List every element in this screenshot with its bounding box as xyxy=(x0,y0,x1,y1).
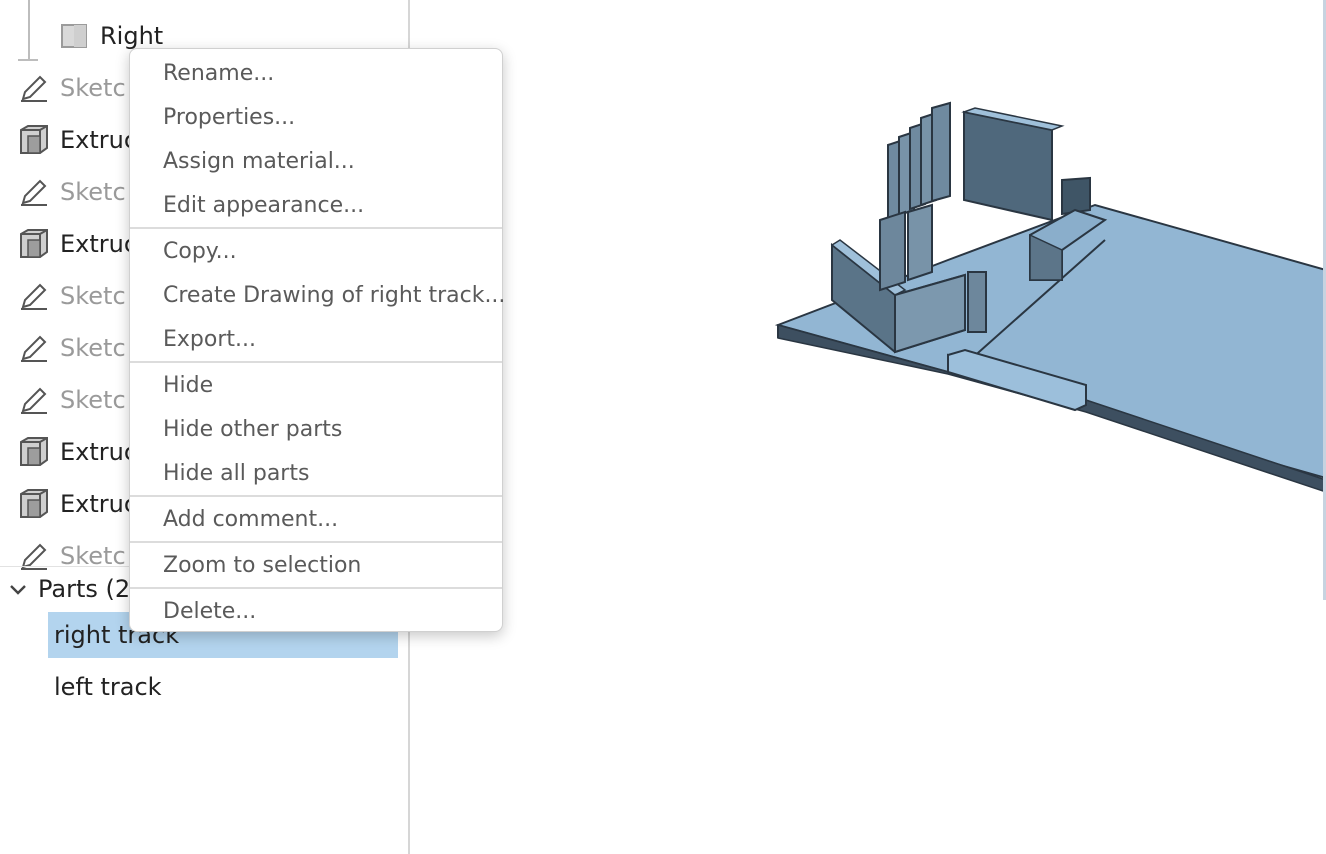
pencil-icon xyxy=(18,72,50,104)
tree-item-label: Sketc xyxy=(60,386,126,414)
tree-item-label: Extruc xyxy=(60,490,138,518)
tree-item-label: Sketc xyxy=(60,178,126,206)
menu-item-add-comment[interactable]: Add comment... xyxy=(130,499,502,539)
menu-item-assign-material[interactable]: Assign material... xyxy=(130,141,502,181)
extrude-icon xyxy=(18,436,50,468)
menu-separator xyxy=(130,541,502,543)
tree-item-label: Extruc xyxy=(60,126,138,154)
menu-item-properties[interactable]: Properties... xyxy=(130,97,502,137)
menu-item-copy[interactable]: Copy... xyxy=(130,231,502,271)
part-item-left-track[interactable]: left track xyxy=(48,664,398,710)
plane-icon xyxy=(58,20,90,52)
menu-separator xyxy=(130,587,502,589)
menu-separator xyxy=(130,227,502,229)
extrude-icon xyxy=(18,228,50,260)
tree-item-label: Sketc xyxy=(60,74,126,102)
menu-item-create-drawing-of-right-track[interactable]: Create Drawing of right track... xyxy=(130,275,505,315)
menu-item-hide-all-parts[interactable]: Hide all parts xyxy=(130,453,502,493)
menu-separator xyxy=(130,495,502,497)
pencil-icon xyxy=(18,384,50,416)
context-menu: Rename... Properties... Assign material...… xyxy=(129,48,505,632)
menu-item-hide[interactable]: Hide xyxy=(130,365,502,405)
tree-item-label: Sketc xyxy=(60,282,126,310)
graphics-viewport[interactable] xyxy=(410,0,1326,854)
menu-item-edit-appearance[interactable]: Edit appearance... xyxy=(130,185,502,225)
menu-item-export[interactable]: Export... xyxy=(130,319,502,359)
tree-item-label: Extruc xyxy=(60,230,138,258)
pencil-icon xyxy=(18,332,50,364)
tree-item-label: Right xyxy=(100,22,164,50)
menu-item-rename[interactable]: Rename... xyxy=(130,53,502,93)
tree-item-label: Extruc xyxy=(60,438,138,466)
part-item-label: left track xyxy=(54,673,162,701)
tree-item-label: Sketc xyxy=(60,334,126,362)
extrude-icon xyxy=(18,488,50,520)
pencil-icon xyxy=(18,280,50,312)
pencil-icon xyxy=(18,176,50,208)
part-model-render[interactable] xyxy=(410,0,1326,854)
menu-item-delete[interactable]: Delete... xyxy=(130,591,502,631)
menu-item-zoom-to-selection[interactable]: Zoom to selection xyxy=(130,545,502,585)
parts-section-label: Parts (2 xyxy=(38,575,131,603)
menu-separator xyxy=(130,361,502,363)
chevron-down-icon[interactable] xyxy=(8,578,28,606)
menu-item-hide-other-parts[interactable]: Hide other parts xyxy=(130,409,502,449)
extrude-icon xyxy=(18,124,50,156)
